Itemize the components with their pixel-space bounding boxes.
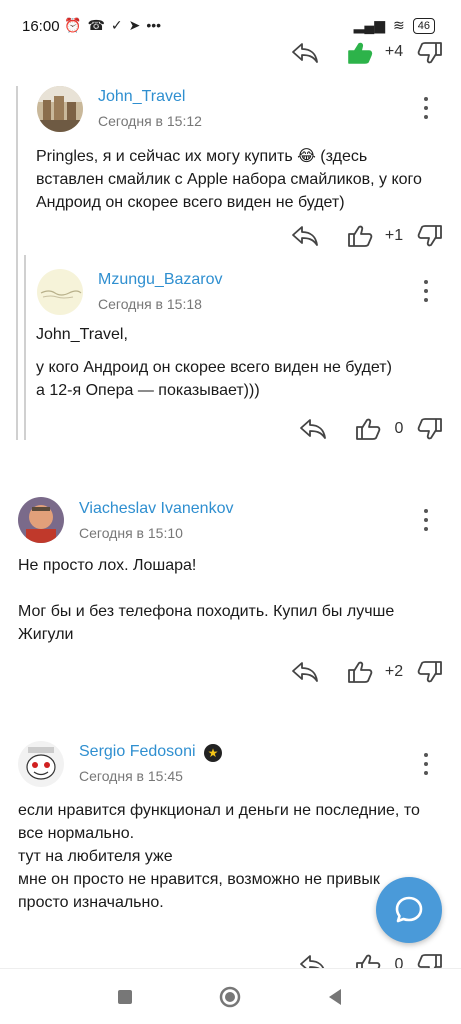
comment-date: Сегодня в 15:45 xyxy=(79,768,183,784)
chat-fab-button[interactable] xyxy=(376,877,442,943)
comment-line: все нормально. xyxy=(18,825,135,842)
comment-date: Сегодня в 15:18 xyxy=(98,296,202,312)
avatar-image xyxy=(18,497,64,543)
avatar-image xyxy=(18,741,64,787)
comment-line: если нравится функционал и деньги не пос… xyxy=(18,802,420,819)
thread-line xyxy=(16,86,18,440)
more-vertical-icon[interactable] xyxy=(421,97,431,119)
avatar-image xyxy=(37,269,83,315)
rating-count: +4 xyxy=(384,43,404,60)
dislike-button[interactable] xyxy=(415,659,445,685)
thumbs-down-icon xyxy=(417,224,443,248)
like-button[interactable] xyxy=(345,223,375,249)
more-vertical-icon[interactable] xyxy=(421,509,431,531)
dislike-button[interactable] xyxy=(415,416,445,442)
battery-icon: 46 xyxy=(412,17,435,34)
avatar[interactable] xyxy=(37,269,83,315)
avatar-image xyxy=(37,86,83,132)
reply-icon xyxy=(291,224,319,248)
comment-line: тут на любителя уже xyxy=(18,848,173,865)
dislike-button[interactable] xyxy=(415,223,445,249)
square-icon xyxy=(118,990,132,1004)
back-button[interactable] xyxy=(310,969,360,1024)
like-button[interactable] xyxy=(345,659,375,685)
comment-line: Pringles, я и сейчас их могу купить 😂 (з… xyxy=(36,148,368,165)
reply-button[interactable] xyxy=(298,416,328,442)
comment-line: John_Travel, xyxy=(36,326,128,343)
star-badge-icon: ★ xyxy=(204,744,222,762)
reply-button[interactable] xyxy=(290,40,320,66)
reply-icon xyxy=(299,417,327,441)
home-button[interactable] xyxy=(205,969,255,1024)
comment-line xyxy=(36,346,446,356)
thumbs-down-icon xyxy=(417,660,443,684)
comment-line xyxy=(18,577,446,600)
avatar[interactable] xyxy=(37,86,83,132)
comment-line: вставлен смайлик с Apple набора смайлико… xyxy=(36,171,422,188)
comment-line: Не просто лох. Лошара! xyxy=(18,557,197,574)
more-vertical-icon[interactable] xyxy=(421,753,431,775)
missed-call-icon: ☎ xyxy=(87,17,105,33)
like-button[interactable] xyxy=(353,416,383,442)
comment-date: Сегодня в 15:10 xyxy=(79,525,183,541)
comment-author[interactable]: Sergio Fedosoni xyxy=(79,743,196,761)
telegram-icon: ➤ xyxy=(128,17,141,33)
check-icon: ✓ xyxy=(110,17,123,33)
reply-button[interactable] xyxy=(290,223,320,249)
triangle-back-icon xyxy=(329,989,341,1005)
signal-icon: ▂▄▆ xyxy=(353,17,386,33)
thumbs-up-icon xyxy=(347,41,373,65)
comment-author[interactable]: Viacheslav Ivanenkov xyxy=(79,500,233,518)
avatar[interactable] xyxy=(18,741,64,787)
like-button[interactable] xyxy=(345,40,375,66)
avatar[interactable] xyxy=(18,497,64,543)
comment-line: у кого Андроид он скорее всего виден не … xyxy=(36,359,392,376)
comment-author[interactable]: Mzungu_Bazarov xyxy=(98,271,223,289)
thumbs-down-icon xyxy=(417,41,443,65)
thumbs-up-icon xyxy=(347,660,373,684)
reply-icon xyxy=(291,41,319,65)
alarm-icon: ⏰ xyxy=(64,17,82,33)
more-vertical-icon[interactable] xyxy=(421,280,431,302)
rating-count: +2 xyxy=(384,663,404,680)
circle-icon xyxy=(219,986,241,1008)
nested-thread-line xyxy=(24,255,26,440)
comment-line: мне он просто не нравится, возможно не п… xyxy=(18,871,380,888)
reply-button[interactable] xyxy=(290,659,320,685)
rating-count: 0 xyxy=(394,420,404,437)
wifi-icon: ≋ xyxy=(393,17,405,33)
dislike-button[interactable] xyxy=(415,40,445,66)
chat-bubble-icon xyxy=(395,896,423,923)
status-system-icons: ▂▄▆ ≋ 46 xyxy=(354,17,435,34)
comment-line: Жигули xyxy=(18,626,74,643)
status-time: 16:00 xyxy=(22,18,60,35)
comment-date: Сегодня в 15:12 xyxy=(98,113,202,129)
status-notification-icons: ⏰ ☎ ✓ ➤ ••• xyxy=(64,17,161,34)
reply-icon xyxy=(291,660,319,684)
comment-body: John_Travel, у кого Андроид он скорее вс… xyxy=(36,323,446,402)
comment-author[interactable]: John_Travel xyxy=(98,88,185,106)
comment-body: Не просто лох. Лошара! Мог бы и без теле… xyxy=(18,554,446,646)
comment-line: Андроид он скорее всего виден не будет) xyxy=(36,194,345,211)
more-notifications-icon: ••• xyxy=(146,17,162,33)
thumbs-down-icon xyxy=(417,417,443,441)
comment-line: Мог бы и без телефона походить. Купил бы… xyxy=(18,603,395,620)
thumbs-up-icon xyxy=(355,417,381,441)
thumbs-up-icon xyxy=(347,224,373,248)
comment-line: а 12-я Опера — показывает))) xyxy=(36,382,260,399)
recents-button[interactable] xyxy=(100,969,150,1024)
rating-count: +1 xyxy=(384,227,404,244)
system-nav-bar xyxy=(0,968,461,1024)
comment-body: Pringles, я и сейчас их могу купить 😂 (з… xyxy=(36,145,446,214)
